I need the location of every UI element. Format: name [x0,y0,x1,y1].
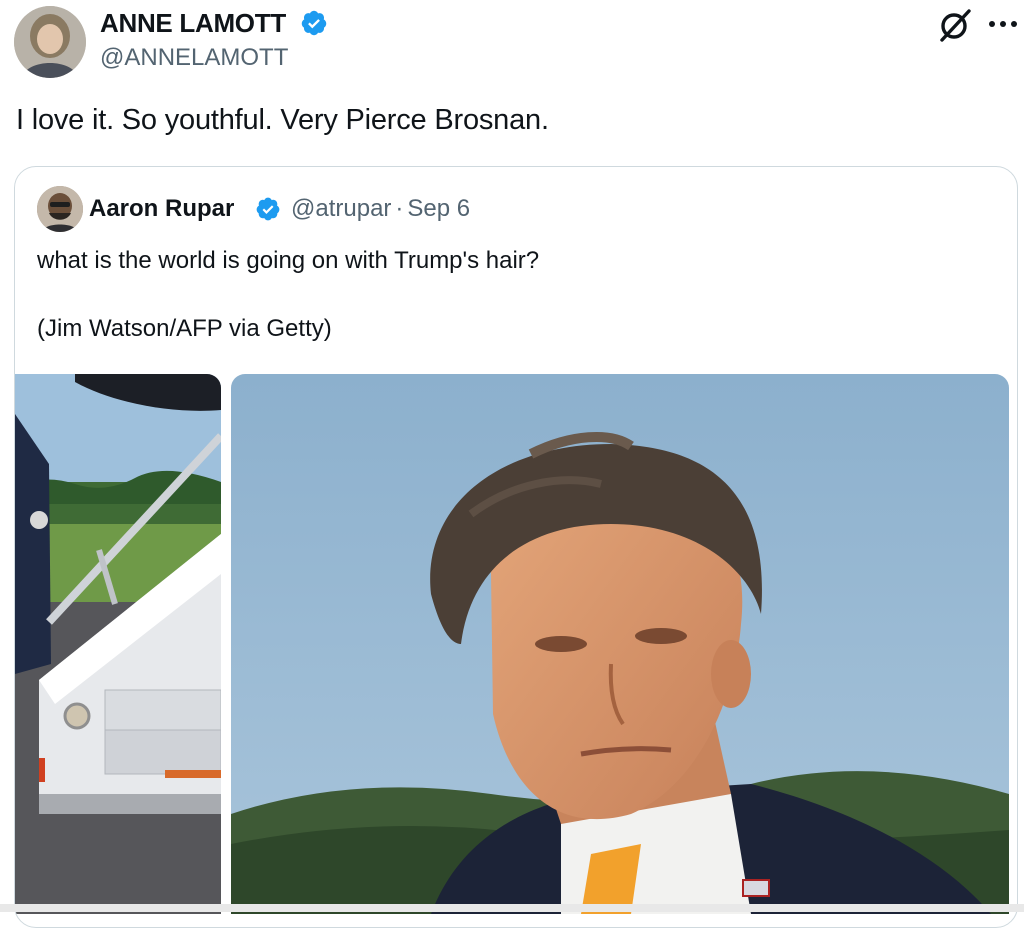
media-photo-portrait[interactable] [231,374,1009,914]
quoted-post-text: what is the world is going on with Trump… [37,247,540,274]
quoted-post-card[interactable]: Aaron Rupar @atrupar · Sep 6 what is the w… [14,166,1018,928]
verified-badge-icon [256,197,280,221]
quoted-post-date[interactable]: Sep 6 [407,195,470,222]
media-photo-airstairs[interactable] [15,374,221,914]
quoted-author-name[interactable]: Aaron Rupar [89,195,234,223]
more-options-icon[interactable] [986,9,1020,39]
quoted-author-avatar[interactable] [37,186,83,232]
verified-badge-icon [301,10,327,36]
author-avatar-image [14,6,86,78]
quoted-author-avatar-image [37,186,83,232]
quoted-author-meta: @atrupar · Sep 6 [291,195,470,223]
author-handle[interactable]: @ANNELAMOTT [100,44,288,72]
author-name[interactable]: ANNE LAMOTT [100,8,286,39]
airstairs-photo-image [15,374,221,914]
meta-separator: · [395,195,404,222]
grok-icon[interactable] [937,7,973,43]
quoted-post-credit: (Jim Watson/AFP via Getty) [37,315,332,342]
bottom-divider [0,904,1024,912]
portrait-photo-image [231,374,1009,914]
quoted-author-handle[interactable]: @atrupar [291,195,391,222]
post-text: I love it. So youthful. Very Pierce Bros… [16,104,549,136]
author-avatar[interactable] [14,6,86,78]
